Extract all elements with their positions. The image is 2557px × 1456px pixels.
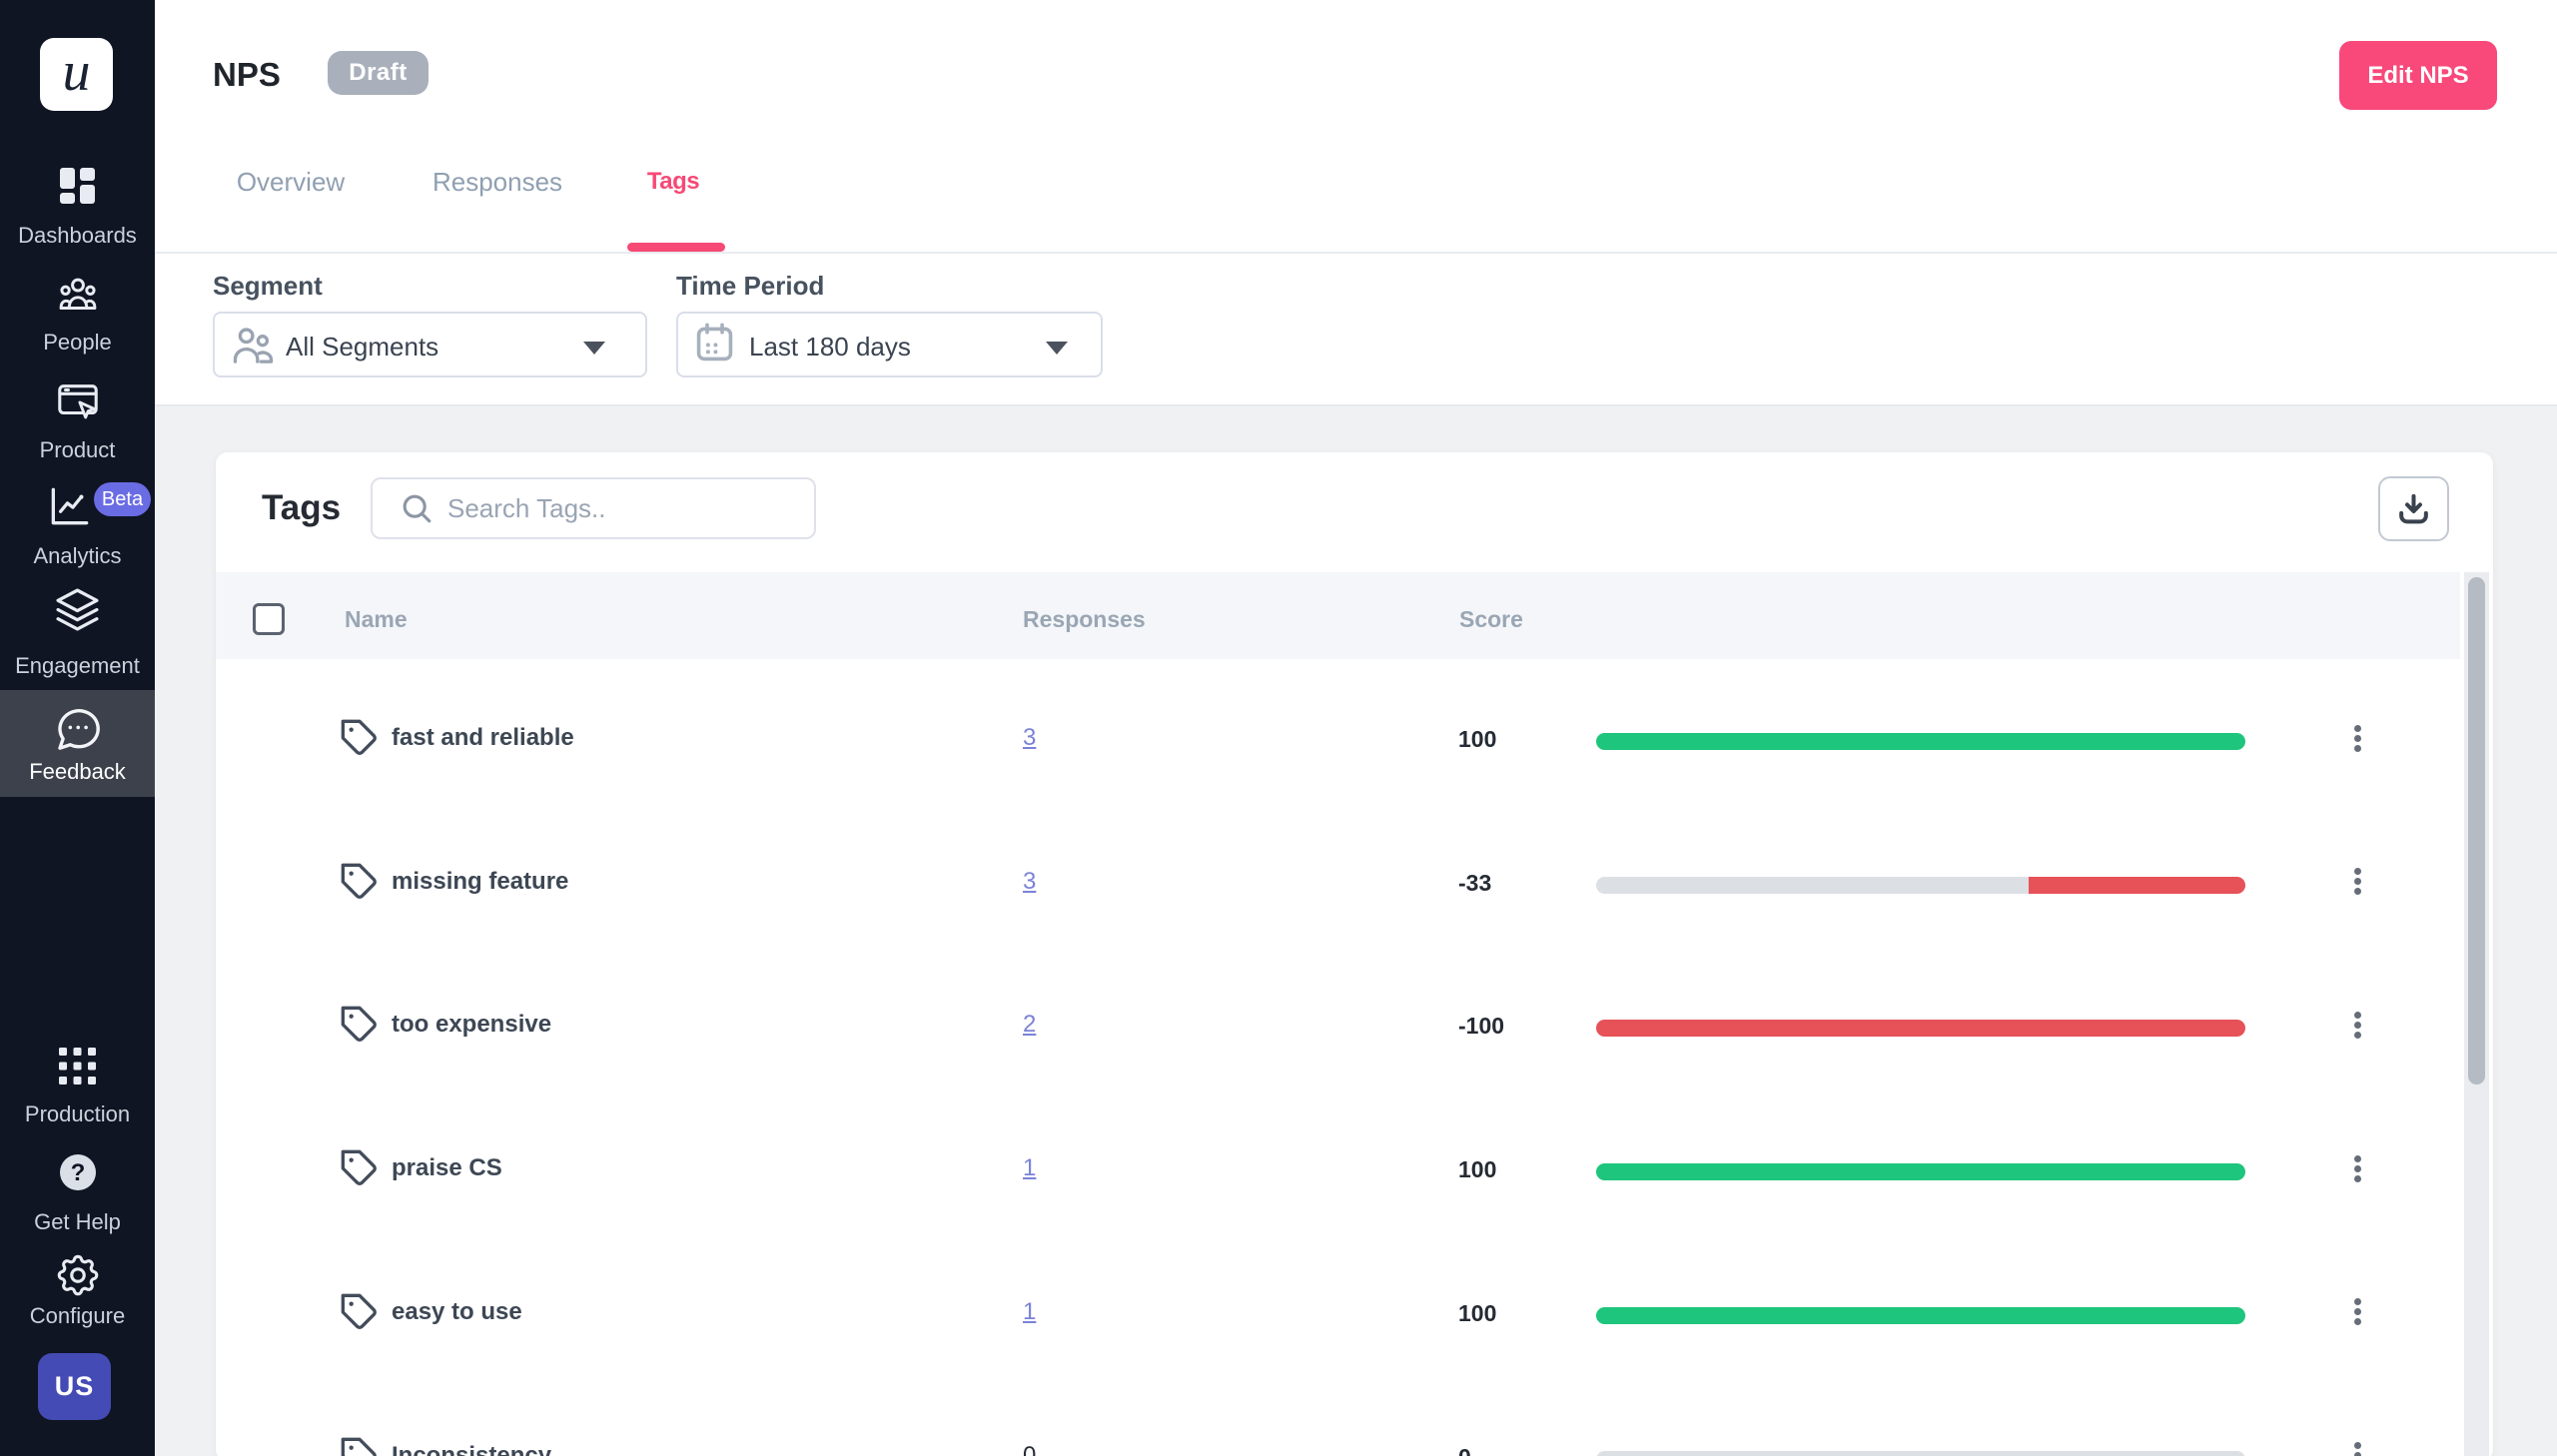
svg-text:?: ? xyxy=(70,1159,85,1186)
